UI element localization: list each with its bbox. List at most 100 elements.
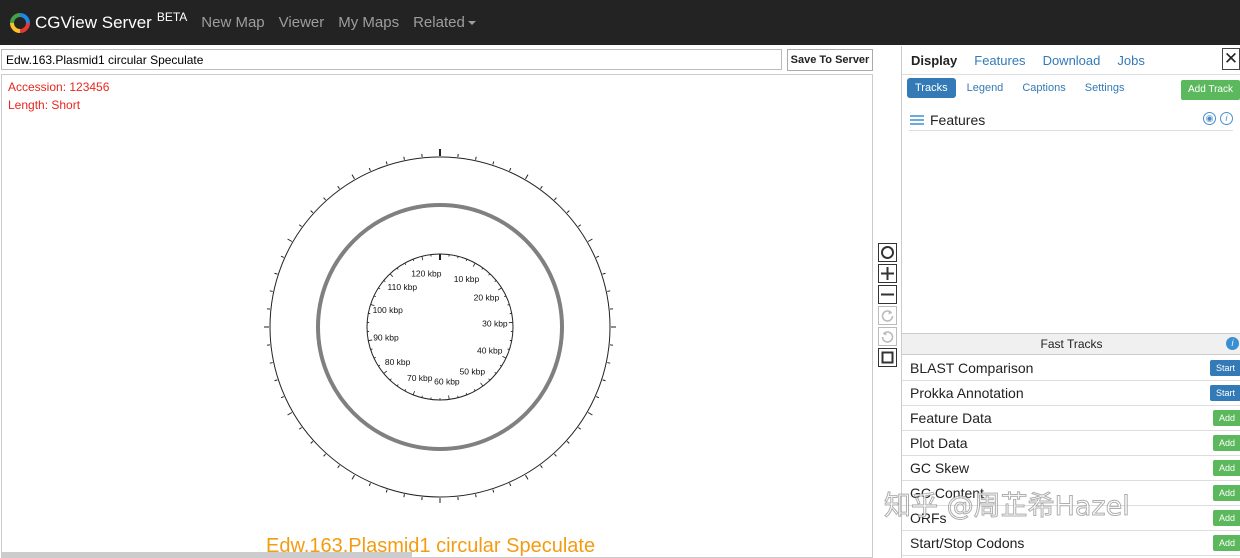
subtab-captions[interactable]: Captions [1014,78,1073,98]
prokka-start-button[interactable]: Start [1209,385,1240,401]
outer-tick [566,210,570,213]
outer-tick [310,441,314,444]
tab-download[interactable]: Download [1043,53,1101,68]
outer-tick [596,396,600,399]
track-name: Features [930,111,986,128]
outer-tick [368,483,371,487]
cgview-logo-icon [10,12,30,33]
outer-tick [269,290,273,292]
eye-icon[interactable]: ◉ [1203,112,1216,125]
save-to-server-button[interactable]: Save To Server [787,49,873,71]
fast-track-item: BLAST Comparison Start [902,356,1240,381]
outer-tick [607,362,611,364]
map-title-input[interactable] [1,49,782,70]
subtab-tracks[interactable]: Tracks [907,78,956,98]
inner-tick [404,262,407,265]
rotate-counterclockwise-button[interactable] [878,327,897,346]
outer-tick [596,255,600,258]
reset-view-button[interactable] [878,243,897,262]
fast-tracks-list: BLAST Comparison Start Prokka Annotation… [902,356,1240,556]
brand-name: CGView Server [35,12,152,32]
gc-skew-add-button[interactable]: Add [1212,460,1240,476]
nav-new-map[interactable]: New Map [201,14,264,31]
subtab-settings[interactable]: Settings [1077,78,1133,98]
inner-tick [396,267,399,270]
outer-tick [525,174,529,180]
inner-tick [389,378,392,381]
panel-tabs: Display Features Download Jobs [902,46,1240,75]
outer-tick [274,272,278,275]
tick-label: 20 kbp [474,293,500,303]
zoom-in-button[interactable] [878,264,897,283]
fast-track-item: Plot Data Add [902,431,1240,456]
start-stop-codons-add-button[interactable]: Add [1212,535,1240,551]
plot-data-add-button[interactable]: Add [1212,435,1240,451]
outer-ruler-circle [269,156,611,498]
outer-tick [280,255,284,258]
inner-tick [494,280,497,283]
track-row-features[interactable]: Features ◉ i [909,109,1233,131]
inner-tick [488,378,491,381]
outer-tick [385,161,388,165]
top-navbar: CGView Server BETA New Map Viewer My Map… [0,0,1240,45]
tick-label: 30 kbp [482,319,508,329]
side-panel: Display Features Download Jobs ✕ Tracks … [901,46,1240,558]
fast-track-item: Feature Data Add [902,406,1240,431]
inner-tick [481,267,484,270]
outer-tick [280,396,284,399]
brand[interactable]: CGView Server BETA [9,10,187,34]
outer-tick [287,238,293,242]
tick-label: 60 kbp [434,377,460,387]
inner-tick [502,356,507,359]
nav-viewer[interactable]: Viewer [279,14,325,31]
outer-tick [540,185,543,189]
tick-label: 110 kbp [388,282,418,292]
outer-tick [298,224,302,227]
tick-label: 100 kbp [373,305,404,315]
inner-tick [448,395,450,400]
tab-display[interactable]: Display [911,53,957,68]
tab-jobs[interactable]: Jobs [1117,53,1144,68]
inner-tick [373,356,376,359]
caret-down-icon [467,21,476,26]
add-track-button[interactable]: Add Track [1180,80,1240,100]
horizontal-scrollbar[interactable] [2,552,412,557]
tab-features[interactable]: Features [974,53,1025,68]
orfs-add-button[interactable]: Add [1212,510,1240,526]
outer-tick [578,224,582,227]
info-icon[interactable]: i [1226,337,1239,350]
zoom-out-button[interactable] [878,285,897,304]
outer-tick [269,362,273,364]
outer-tick [385,489,388,493]
drag-handle-icon[interactable] [909,114,925,126]
blast-start-button[interactable]: Start [1209,360,1240,376]
fast-track-name: BLAST Comparison [910,360,1034,376]
tick-label: 50 kbp [460,366,486,376]
inner-tick [499,364,502,367]
circular-map[interactable]: 10 kbp 20 kbp 30 kbp 40 kbp 50 kbp60 kbp70 k… [2,75,873,558]
tick-label: 120 kbp [411,269,442,279]
inner-tick [472,262,476,267]
gc-content-add-button[interactable]: Add [1212,485,1240,501]
outer-tick [602,272,606,275]
map-canvas[interactable]: Accession: 123456 Length: Short 10 kbp 20… [1,74,873,558]
rotate-clockwise-button[interactable] [878,306,897,325]
outer-tick [587,412,593,416]
nav-related-dropdown[interactable]: Related [413,14,476,31]
inner-tick [383,370,388,374]
outer-tick [337,465,340,469]
outer-tick [525,474,529,480]
outer-tick [509,483,512,487]
outer-tick [298,427,302,430]
info-icon[interactable]: i [1220,112,1233,125]
outer-tick [351,174,355,180]
close-panel-button[interactable]: ✕ [1222,48,1240,70]
outer-tick [554,453,557,457]
subtab-legend[interactable]: Legend [959,78,1012,98]
nav-my-maps[interactable]: My Maps [338,14,399,31]
circle-icon [881,246,894,259]
inner-tick [473,389,476,392]
fast-track-item: GC Skew Add [902,456,1240,481]
fullscreen-button[interactable] [878,348,897,367]
feature-data-add-button[interactable]: Add [1212,410,1240,426]
